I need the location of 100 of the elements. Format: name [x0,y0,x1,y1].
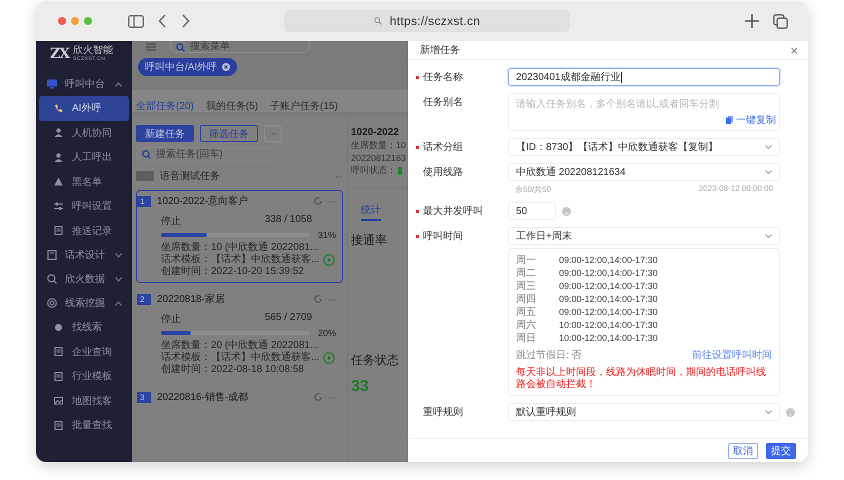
close-window-icon[interactable] [58,17,66,25]
sidebar-item[interactable]: AI外呼 [39,96,129,120]
phone-icon [54,104,63,113]
cancel-button[interactable]: 取消 [728,443,758,459]
task-name: 1020-2022-意向客户 [157,194,250,208]
sidebar-item[interactable]: 批量查找 [39,413,129,438]
new-tab-icon[interactable] [745,14,759,28]
field-label: 使用线路 [423,166,463,179]
address-bar[interactable]: https://sczxst.cn [284,10,570,32]
submit-button[interactable]: 提交 [766,443,796,459]
task-name: 20220816-销售-成都 [157,390,250,404]
sidebar-item[interactable]: 黑名单 [39,170,129,194]
more-button[interactable]: ··· [335,172,343,180]
dropdown-caret-icon [765,145,772,149]
tab[interactable]: 子账户任务(15) [270,99,338,117]
status-indicator [398,166,402,174]
task-percent: 31% [318,230,336,240]
sidebar-item[interactable]: 推送记录 [39,218,129,243]
forward-icon[interactable] [181,14,190,28]
sidebar-group[interactable]: 话术设计 [36,243,132,267]
more-button[interactable]: ··· [328,196,336,206]
maximize-window-icon[interactable] [84,17,92,25]
connect-rate-label: 接通率 [351,232,388,249]
sidebar-toggle-icon[interactable] [128,14,144,28]
weekday-label: 周五 [516,306,537,318]
document-icon [54,226,63,236]
sidebar-item[interactable]: 人机协同 [39,120,129,145]
field-label: 任务名称 [423,71,463,84]
task-count: 565 / 2709 [264,312,312,325]
tabs-overview-icon[interactable] [773,14,788,28]
logo-mark: ZX [50,46,70,62]
menu-icon[interactable] [146,43,156,51]
call-status-label: 呼叫状态： [351,164,396,177]
time-range: 10:00-12:00,14:00-17:30 [559,332,658,342]
sidebar-item[interactable]: 行业模板 [39,364,129,388]
target-icon [47,298,57,308]
time-range: 09:00-12:00,14:00-17:30 [559,306,658,316]
chevron-icon [115,300,122,306]
play-icon[interactable] [323,254,336,266]
back-icon[interactable] [158,14,167,28]
line-quota: 余50/共50 [515,184,552,195]
select-field[interactable]: 默认重呼规则 [508,403,780,421]
task-search-field[interactable]: 搜索任务(回车) [136,147,276,162]
sidebar-group[interactable]: 线索挖掘 [36,291,132,315]
select-field[interactable]: 工作日+周末 [508,227,780,245]
task-created: 创建时间：2022-08-18 10:08:58 [161,364,305,376]
minimize-window-icon[interactable] [71,17,79,25]
refresh-icon[interactable] [314,197,322,205]
task-name-field[interactable]: 20230401成都金融行业 [508,68,780,86]
task-seats: 坐席数量：20 (中欣数通 2022081... [161,340,320,352]
close-button[interactable]: × [790,44,798,56]
help-icon[interactable] [786,408,795,416]
set-call-time-link[interactable]: 前往设置呼叫时间 [692,348,772,362]
weekday-label: 周三 [516,280,537,292]
task-card[interactable]: 1 1020-2022-意向客户 ··· 停止 338 / 1058 31% 坐席数量：10 (中欣数通 2022081... 话术模板：【话术】中欣数通获客... 创建时间：2022-10-20 15:39:52 [136,190,343,283]
dialog-title: 新增任务 [420,44,460,57]
sidebar-group[interactable]: 呼叫中台 [36,72,132,96]
document-icon [54,347,63,356]
more-button[interactable]: ··· [328,294,336,304]
task-index-badge: 3 [137,392,151,402]
new-task-button[interactable]: 新建任务 [136,125,194,142]
task-card[interactable]: 2 20220818-家居 ··· 停止 565 / 2709 20% 坐席数量：20 (中欣数通 2022081... 话术模板：【话术】中欣数通获客... 创建时间：2022-08-18 10:08:58 [136,288,343,381]
sidebar-item[interactable]: 找线索 [39,315,129,340]
task-seats: 坐席数量：10 [351,139,408,152]
play-icon[interactable] [323,352,336,364]
refresh-icon[interactable] [314,393,322,401]
breadcrumb-tag[interactable]: 呼叫中台/AI外呼 [138,58,238,76]
task-script: 话术模板：【话术】中欣数通获客... [161,352,320,364]
tab[interactable]: 我的任务(5) [206,99,258,117]
task-created: 创建时间：2022-10-20 15:39:52 [161,266,305,278]
sidebar-item[interactable]: 地图找客 [39,388,129,413]
sidebar-item[interactable]: 呼叫设置 [39,194,129,218]
time-range: 09:00-12:00,14:00-17:30 [559,254,658,264]
select-field[interactable]: 【ID：8730】【话术】中欣数通获客【复制】 [508,138,780,156]
weekday-label: 周日 [516,332,537,344]
task-index-badge: 2 [137,294,151,304]
more-button[interactable]: ··· [328,392,336,402]
task-percent: 20% [318,328,336,338]
sidebar-item[interactable]: 企业查询 [39,340,129,364]
help-icon[interactable] [562,206,571,216]
sidebar-item[interactable]: 人工呼出 [39,145,129,170]
document-icon [54,420,63,430]
image-icon [54,396,63,406]
task-card[interactable]: 3 20220816-销售-成都 ··· [136,386,343,409]
tab[interactable]: 全部任务(20) [136,99,194,117]
person-icon [54,128,63,138]
copy-link[interactable]: 一键复制 [726,113,776,127]
search-icon [142,150,151,159]
refresh-icon[interactable] [314,295,322,303]
select-field[interactable]: 中欣数通 202208121634 [508,163,780,181]
search-data-icon [47,274,57,284]
search-icon [374,17,382,25]
person-icon [54,152,63,162]
field-label: 任务别名 [423,96,463,109]
field-label: 重呼规则 [423,406,463,419]
sidebar-group[interactable]: 欣火数据 [36,267,132,291]
max-concurrent-field[interactable]: 50 [508,202,556,220]
book-icon [47,250,57,260]
more-button[interactable]: ··· [264,125,282,142]
close-icon[interactable] [222,63,230,71]
